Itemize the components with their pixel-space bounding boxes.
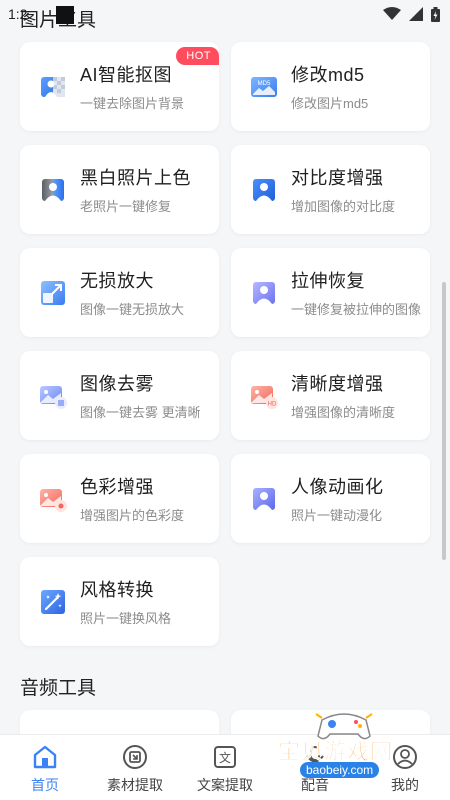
tool-card-dehaze[interactable]: 图像去雾 图像一键去雾 更清晰 (20, 351, 219, 440)
md5-icon: MD5 (251, 76, 277, 97)
svg-text:文: 文 (219, 750, 231, 765)
tool-card-md5[interactable]: MD5 修改md5 修改图片md5 (231, 42, 430, 131)
wifi-icon (383, 7, 401, 20)
card-title: 黑白照片上色 (80, 168, 191, 188)
scrollbar[interactable] (442, 282, 446, 560)
nav-label: 素材提取 (107, 777, 163, 793)
battery-icon (431, 6, 440, 22)
redaction-block (56, 6, 74, 24)
stretch-restore-icon (253, 281, 275, 304)
upscale-icon (41, 280, 65, 305)
card-subtitle: 一键去除图片背景 (80, 96, 185, 111)
card-subtitle: 照片一键换风格 (80, 611, 172, 626)
tool-card-color-enhance[interactable]: 色彩增强 增强图片的色彩度 (20, 454, 219, 543)
color-enhance-icon (40, 488, 67, 512)
status-icons (383, 6, 440, 22)
nav-label: 首页 (31, 777, 59, 793)
card-subtitle: 增加图像的对比度 (291, 199, 396, 214)
tool-card-style-transfer[interactable]: 风格转换 照片一键换风格 (20, 557, 219, 646)
card-subtitle: 修改图片md5 (291, 96, 369, 111)
card-title: AI智能抠图 (80, 65, 173, 85)
card-title: 清晰度增强 (291, 374, 384, 394)
card-title: 无损放大 (80, 271, 154, 291)
svg-text:HD: HD (268, 401, 277, 407)
card-title: 图像去雾 (80, 374, 154, 394)
card-subtitle: 增强图像的清晰度 (291, 405, 396, 420)
text-extract-icon: 文 (214, 746, 236, 768)
card-title: 修改md5 (291, 65, 365, 85)
audio-tools-heading: 音频工具 (20, 678, 97, 699)
material-extract-icon (123, 745, 147, 769)
home-icon (33, 745, 57, 769)
dehaze-icon (40, 385, 67, 409)
card-title: 人像动画化 (291, 477, 384, 497)
style-transfer-icon (41, 589, 65, 614)
card-subtitle: 一键修复被拉伸的图像 (291, 302, 422, 317)
card-subtitle: 照片一键动漫化 (291, 508, 383, 523)
cellular-icon (409, 7, 423, 21)
card-subtitle: 增强图片的色彩度 (80, 508, 185, 523)
tool-card-colorize[interactable]: 黑白照片上色 老照片一键修复 (20, 145, 219, 234)
tool-card-hd-enhance[interactable]: HD 清晰度增强 增强图像的清晰度 (231, 351, 430, 440)
nav-item-text-extract[interactable]: 文 文案提取 (180, 735, 270, 800)
tool-card-stretch-restore[interactable]: 拉伸恢复 一键修复被拉伸的图像 (231, 248, 430, 337)
card-subtitle: 图像一键无损放大 (80, 302, 185, 317)
hd-enhance-icon: HD (251, 385, 278, 409)
card-title: 对比度增强 (291, 168, 384, 188)
contrast-icon (253, 178, 275, 201)
card-title: 色彩增强 (80, 477, 154, 497)
card-title: 拉伸恢复 (291, 271, 365, 291)
tool-card-portrait-anime[interactable]: 人像动画化 照片一键动漫化 (231, 454, 430, 543)
watermark-url: baobeiy.com (300, 762, 380, 778)
card-subtitle: 老照片一键修复 (80, 199, 172, 214)
tool-card-ai-cutout[interactable]: AI智能抠图 一键去除图片背景 HOT (20, 42, 219, 131)
tool-card-upscale[interactable]: 无损放大 图像一键无损放大 (20, 248, 219, 337)
watermark: 宝贝游戏网 baobeiy.com (278, 708, 428, 788)
cutout-icon (41, 76, 65, 97)
colorize-icon (42, 178, 64, 201)
tool-card-contrast[interactable]: 对比度增强 增加图像的对比度 (231, 145, 430, 234)
card-subtitle: 图像一键去雾 更清晰 (80, 405, 201, 420)
hot-badge: HOT (176, 47, 219, 65)
nav-label: 文案提取 (197, 777, 253, 793)
nav-item-home[interactable]: 首页 (0, 735, 90, 800)
nav-item-material-extract[interactable]: 素材提取 (90, 735, 180, 800)
card-title: 风格转换 (80, 580, 154, 600)
portrait-anime-icon (253, 487, 275, 510)
